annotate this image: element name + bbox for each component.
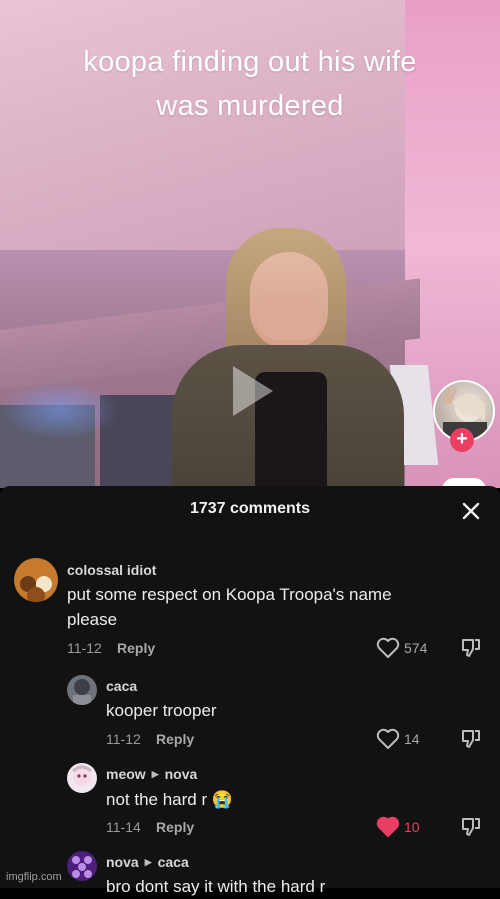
avatar-image	[67, 675, 97, 705]
video-background-light	[0, 380, 120, 440]
caption-line-1: koopa finding out his wife	[83, 46, 417, 78]
comment-date: 11-14	[106, 819, 141, 835]
comment-date: 11-12	[67, 640, 102, 656]
heart-icon[interactable]	[376, 728, 400, 750]
close-icon[interactable]	[458, 498, 484, 524]
comment-text-line: please	[67, 610, 118, 629]
reply-button[interactable]: Reply	[117, 640, 155, 656]
heart-filled-icon[interactable]	[376, 816, 400, 838]
reply-button[interactable]: Reply	[156, 731, 194, 747]
follow-button[interactable]: +	[450, 428, 474, 452]
play-icon[interactable]	[227, 362, 277, 420]
avatar[interactable]	[67, 763, 97, 793]
video-person-hand	[257, 292, 323, 340]
like-count: 574	[404, 640, 428, 656]
reply-to-username[interactable]: nova	[165, 766, 198, 782]
avatar[interactable]	[67, 675, 97, 705]
avatar-image	[67, 763, 97, 793]
like-count: 10	[404, 819, 420, 835]
avatar-image	[14, 558, 58, 602]
reply-button[interactable]: Reply	[156, 819, 194, 835]
comment-username-text[interactable]: meow	[106, 766, 146, 782]
dislike-icon[interactable]	[459, 815, 483, 839]
comment-text: put some respect on Koopa Troopa's name …	[67, 582, 392, 632]
avatar[interactable]	[67, 851, 97, 881]
video-player[interactable]: koopa finding out his wife was murdered …	[0, 0, 500, 488]
comment-username[interactable]: colossal idiot	[67, 562, 156, 578]
crying-emoji-icon: 😭	[211, 790, 234, 809]
comment-username[interactable]: nova ▶ caca	[106, 854, 189, 870]
watermark: imgflip.com	[6, 871, 62, 883]
comment-text: kooper trooper	[106, 701, 217, 720]
comment-text-line: put some respect on Koopa Troopa's name	[67, 585, 392, 604]
reply-arrow-icon: ▶	[144, 857, 152, 867]
comment-text-line: not the hard r	[106, 790, 208, 809]
reply-to-username[interactable]: caca	[158, 854, 189, 870]
dislike-icon[interactable]	[459, 727, 483, 751]
dislike-icon[interactable]	[459, 636, 483, 660]
like-count: 14	[404, 731, 420, 747]
comment-username[interactable]: meow ▶ nova	[106, 766, 197, 782]
avatar-image	[67, 851, 97, 881]
heart-icon[interactable]	[376, 637, 400, 659]
comment-username[interactable]: caca	[106, 678, 137, 694]
reply-arrow-icon: ▶	[151, 769, 159, 779]
comment-date: 11-12	[106, 731, 141, 747]
comments-count-title: 1737 comments	[189, 500, 311, 517]
comment-username-text[interactable]: nova	[106, 854, 139, 870]
comment-text: bro dont say it with the hard r	[106, 877, 326, 896]
caption-line-2: was murdered	[156, 90, 344, 122]
video-caption: koopa finding out his wife was murdered	[0, 40, 500, 128]
avatar[interactable]	[14, 558, 58, 602]
comment-text: not the hard r 😭	[106, 787, 233, 812]
